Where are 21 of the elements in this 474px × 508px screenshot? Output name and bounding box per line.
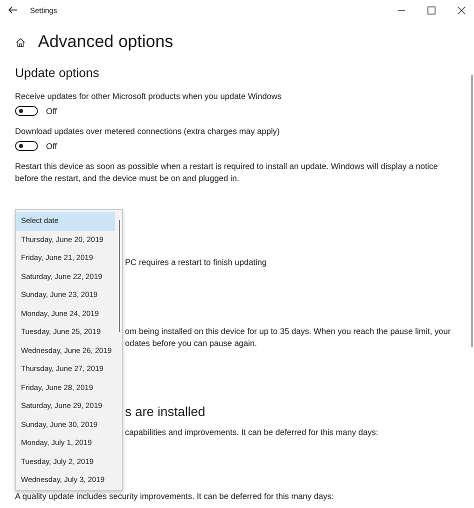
description-text: PC requires a restart to finish updating: [125, 256, 268, 268]
setting-label: Download updates over metered connections (extra charges may apply): [15, 125, 281, 137]
toggle-state: Off: [46, 140, 57, 152]
page-title: Advanced options: [38, 32, 174, 52]
section-heading: s are installed: [125, 404, 206, 420]
description-text: capabilities and improvements. It can be deferred for this many days:: [125, 426, 380, 438]
description-text: odates before you can pause again.: [125, 337, 258, 349]
quality-update-description: A quality update includes security improvements. It can be deferred for this many days:: [15, 490, 335, 502]
maximize-icon[interactable]: [427, 6, 436, 14]
toggle-switch[interactable]: [15, 106, 38, 116]
description-text: om being installed on this device for up to 35 days. When you reach the pause limit, your: [125, 325, 452, 337]
restart-description: Restart this device as soon as possible when a restart is required to install an update. Windows will display a notice before the restart, and the device must be on and plugged in.: [15, 160, 439, 184]
toggle-state: Off: [46, 105, 57, 117]
section-heading: Update options: [15, 66, 100, 80]
scrollbar[interactable]: [471, 75, 473, 347]
back-arrow-icon[interactable]: [8, 6, 18, 14]
home-icon[interactable]: [15, 36, 26, 48]
close-icon[interactable]: [457, 6, 466, 14]
toggle-switch[interactable]: [15, 141, 38, 151]
scrollbar[interactable]: [118, 220, 120, 332]
setting-label: Receive updates for other Microsoft products when you update Windows: [15, 90, 283, 102]
